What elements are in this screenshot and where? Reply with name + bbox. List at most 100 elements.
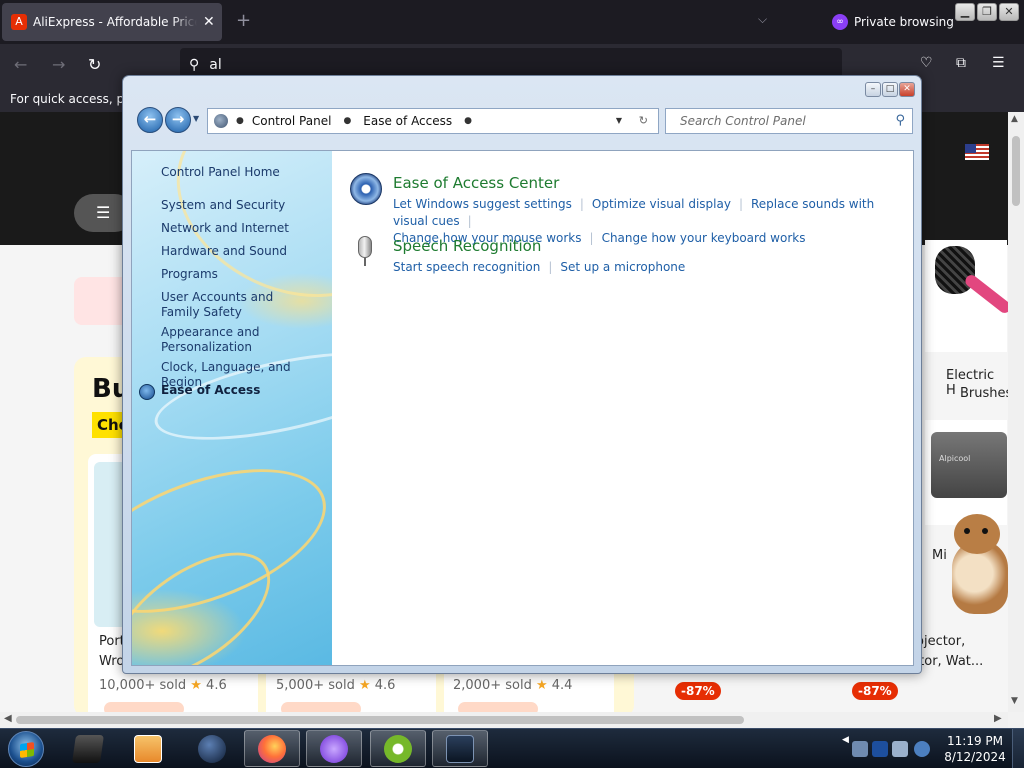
link-let-windows-suggest-settings[interactable]: Let Windows suggest settings [393, 197, 572, 211]
show-hidden-icons-icon[interactable]: ◀ [842, 735, 849, 745]
taskbar-firefox[interactable] [244, 730, 300, 767]
clock-time: 11:19 PM [947, 734, 1003, 748]
private-browsing-label: Private browsing [854, 15, 954, 29]
taskbar-private-browsing[interactable] [306, 730, 362, 767]
start-button[interactable] [8, 731, 44, 767]
sidebar-item-ease-of-access[interactable]: Ease of Access [161, 383, 326, 398]
link-optimize-visual-display[interactable]: Optimize visual display [592, 197, 731, 211]
brush-handle [963, 272, 1008, 316]
url-input[interactable]: al [209, 57, 221, 73]
show-desktop-button[interactable] [1012, 729, 1024, 768]
maximize-button[interactable]: □ [882, 82, 898, 97]
fridge-box: Alpicool [931, 432, 1007, 498]
minimize-button[interactable]: – [865, 82, 881, 97]
link-start-speech-recognition[interactable]: Start speech recognition [393, 260, 540, 274]
product-image-hair-brush[interactable] [925, 240, 1008, 352]
scroll-right-icon[interactable]: ▶ [994, 713, 1002, 724]
control-panel-body: Control Panel Home System and Security N… [131, 150, 914, 666]
windows-taskbar: ◀ 11:19 PM 8/12/2024 [0, 728, 1024, 768]
sidebar-item-user-accounts[interactable]: User Accounts and Family Safety [161, 290, 311, 320]
product-image-car-fridge[interactable]: Alpicool [925, 420, 1007, 525]
breadcrumb-control-panel[interactable]: Control Panel [252, 114, 332, 128]
pocket-icon[interactable]: ♡ [920, 55, 933, 71]
extensions-icon[interactable]: ⧉ [956, 55, 966, 71]
taskbar-clock[interactable]: 11:19 PM 8/12/2024 [940, 733, 1010, 765]
control-panel-icon [214, 114, 228, 128]
link-change-keyboard[interactable]: Change how your keyboard works [602, 231, 806, 245]
breadcrumb-separator-icon[interactable]: ● [343, 116, 351, 126]
browser-minimize-button[interactable]: ▁ [955, 3, 975, 21]
media-center-icon [72, 734, 104, 763]
sidebar-item-appearance[interactable]: Appearance and Personalization [161, 325, 271, 355]
browser-close-button[interactable]: ✕ [999, 3, 1019, 21]
address-row: ← → ▼ ● Control Panel ● Ease of Access ●… [135, 106, 915, 138]
private-browsing-icon [320, 734, 348, 763]
breadcrumb-separator-icon[interactable]: ● [236, 116, 244, 126]
menu-icon[interactable]: ☰ [992, 55, 1005, 71]
scrollbar-thumb[interactable] [1012, 136, 1020, 206]
page-horizontal-scrollbar[interactable]: ◀ ▶ [0, 712, 1008, 728]
tab-title: AliExpress - Affordable Prices on [33, 15, 197, 29]
sidebar-item-control-panel-home[interactable]: Control Panel Home [161, 165, 326, 180]
page-vertical-scrollbar[interactable]: ▲ ▼ [1008, 112, 1024, 712]
window-caption-buttons: – □ ✕ [865, 82, 915, 97]
scroll-up-icon[interactable]: ▲ [1011, 114, 1018, 124]
link-separator: | [467, 214, 472, 228]
scroll-left-icon[interactable]: ◀ [4, 713, 12, 724]
new-tab-button[interactable]: + [236, 10, 251, 31]
control-panel-sidebar: Control Panel Home System and Security N… [132, 151, 332, 665]
product-title[interactable]: Port [99, 634, 125, 649]
star-icon: ★ [190, 678, 202, 693]
us-flag-icon[interactable] [965, 144, 989, 160]
breadcrumb-ease-of-access[interactable]: Ease of Access [363, 114, 452, 128]
tray-network-icon[interactable] [892, 741, 908, 757]
address-bar[interactable]: ● Control Panel ● Ease of Access ● ▼ ↻ [207, 108, 659, 134]
link-separator: | [579, 197, 584, 211]
browser-maximize-button[interactable]: ❐ [977, 3, 997, 21]
browser-tab-aliexpress[interactable]: A AliExpress - Affordable Prices on ✕ [2, 3, 222, 41]
forward-arrow-icon[interactable]: → [165, 107, 191, 133]
taskbar-media-player[interactable] [120, 730, 176, 767]
star-icon: ★ [535, 678, 548, 693]
tray-volume-icon[interactable] [914, 741, 930, 757]
breadcrumb-separator-icon[interactable]: ● [464, 116, 472, 126]
search-icon[interactable]: ⚲ [895, 113, 905, 128]
taskbar-network-globe[interactable] [184, 730, 240, 767]
close-button[interactable]: ✕ [899, 82, 915, 97]
refresh-icon[interactable]: ↻ [639, 114, 648, 127]
scroll-down-icon[interactable]: ▼ [1011, 696, 1018, 706]
sidebar-item-programs[interactable]: Programs [161, 267, 326, 282]
search-control-panel-input[interactable]: Search Control Panel ⚲ [665, 108, 913, 134]
category-title[interactable]: Ease of Access Center [393, 174, 559, 192]
aliexpress-favicon-icon: A [11, 14, 27, 30]
link-set-up-microphone[interactable]: Set up a microphone [560, 260, 685, 274]
forward-button[interactable]: → [52, 55, 65, 74]
taskbar-utorrent[interactable] [370, 730, 426, 767]
reload-button[interactable]: ↻ [88, 55, 101, 74]
back-button[interactable]: ← [14, 55, 27, 74]
hamster-sticker [944, 512, 1016, 617]
taskbar-media-center[interactable] [60, 730, 116, 767]
browser-window-controls: ▁ ❐ ✕ [955, 3, 1019, 21]
product-title[interactable]: ojector, [916, 634, 965, 649]
address-dropdown-icon[interactable]: ▼ [616, 116, 622, 125]
category-title[interactable]: Speech Recognition [393, 237, 541, 255]
ease-of-access-icon[interactable] [350, 173, 382, 205]
star-icon: ★ [358, 678, 371, 693]
product-title[interactable]: Brushes [960, 386, 1008, 401]
back-arrow-icon[interactable]: ← [137, 107, 163, 133]
tray-keyboard-icon[interactable] [852, 741, 868, 757]
taskbar-remote-desktop[interactable] [432, 730, 488, 767]
tray-action-center-icon[interactable] [872, 741, 888, 757]
product-title[interactable]: Wro [99, 654, 124, 669]
sidebar-item-hardware-and-sound[interactable]: Hardware and Sound [161, 244, 326, 259]
sidebar-item-system-and-security[interactable]: System and Security [161, 198, 326, 213]
tab-close-icon[interactable]: ✕ [203, 14, 215, 30]
recent-pages-dropdown-icon[interactable]: ▼ [193, 114, 199, 123]
microphone-icon[interactable] [358, 236, 372, 258]
clock-date: 8/12/2024 [944, 750, 1006, 764]
list-all-tabs-icon[interactable]: ⌵ [758, 12, 767, 27]
sidebar-item-network-and-internet[interactable]: Network and Internet [161, 221, 326, 236]
scrollbar-thumb[interactable] [16, 716, 744, 724]
media-player-icon [134, 734, 162, 763]
